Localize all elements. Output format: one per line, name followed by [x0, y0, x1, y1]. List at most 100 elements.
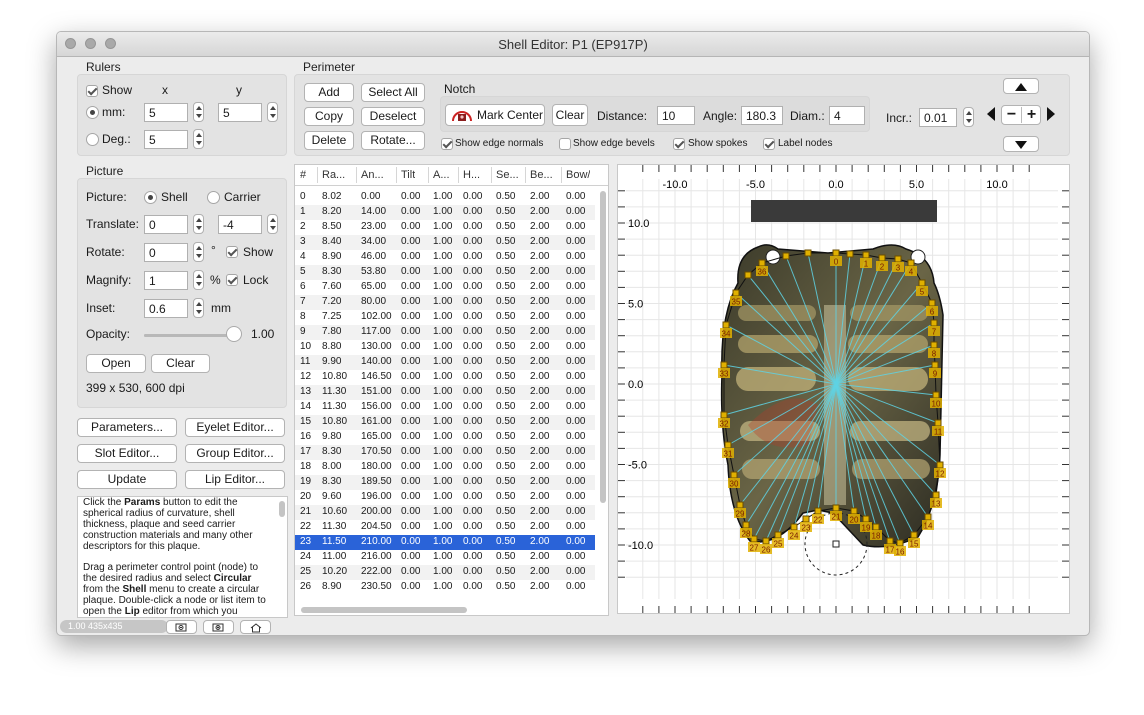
magnify-field[interactable]: 1: [144, 271, 188, 290]
shell-preview-svg[interactable]: -10.0 -5.0 0.0 5.0 10.0 10.0 5.0 0.0 -5.0 -10.0: [618, 165, 1069, 613]
table-row[interactable]: 15 10.80 161.00 0.00 1.00 0.00 0.50 2.00 0.00: [295, 415, 595, 430]
rulers-mm-x-field[interactable]: 5: [144, 103, 188, 122]
perimeter-node[interactable]: [894, 255, 902, 263]
perimeter-node[interactable]: [910, 531, 918, 539]
table-row[interactable]: 1 8.20 14.00 0.00 1.00 0.00 0.50 2.00 0.00: [295, 205, 595, 220]
plus-button[interactable]: +: [1022, 106, 1041, 124]
table-header-cell[interactable]: Ra...: [322, 169, 345, 181]
perimeter-node[interactable]: [930, 319, 938, 327]
rulers-deg-field[interactable]: 5: [144, 130, 188, 149]
copy-node-button[interactable]: Copy: [304, 107, 354, 126]
eyelet-editor-button[interactable]: Eyelet Editor...: [185, 418, 285, 437]
perimeter-node[interactable]: [931, 361, 939, 369]
group-editor-button[interactable]: Group Editor...: [185, 444, 285, 463]
perimeter-node[interactable]: [896, 539, 904, 547]
table-row[interactable]: 22 11.30 204.50 0.00 1.00 0.00 0.50 2.00 0.00: [295, 520, 595, 535]
perimeter-node[interactable]: [790, 523, 798, 531]
perimeter-node[interactable]: [742, 521, 750, 529]
lip-editor-button[interactable]: Lip Editor...: [185, 470, 285, 489]
rulers-mm-y-stepper[interactable]: [267, 102, 278, 122]
table-header-cell[interactable]: Se...: [496, 169, 519, 181]
perimeter-node[interactable]: [774, 531, 782, 539]
perimeter-node[interactable]: [886, 537, 894, 545]
table-header-cell[interactable]: #: [300, 169, 306, 181]
table-row[interactable]: 0 8.02 0.00 0.00 1.00 0.00 0.50 2.00 0.00: [295, 190, 595, 205]
translate-y-stepper[interactable]: [267, 214, 278, 234]
table-row[interactable]: 6 7.60 65.00 0.00 1.00 0.00 0.50 2.00 0.00: [295, 280, 595, 295]
nudge-left-button[interactable]: [985, 107, 995, 124]
deselect-button[interactable]: Deselect: [361, 107, 425, 126]
show-spokes-checkbox[interactable]: [673, 138, 685, 150]
clear-notch-button[interactable]: Clear: [552, 104, 588, 126]
perimeter-node[interactable]: [872, 523, 880, 531]
rulers-mm-radio[interactable]: [86, 106, 99, 119]
perimeter-node[interactable]: [814, 507, 822, 515]
table-header-cell[interactable]: An...: [361, 169, 384, 181]
perimeter-node[interactable]: [850, 507, 858, 515]
perimeter-node[interactable]: [832, 504, 840, 512]
table-row[interactable]: 24 11.00 216.00 0.00 1.00 0.00 0.50 2.00 0.00: [295, 550, 595, 565]
incr-stepper[interactable]: [963, 107, 974, 127]
perimeter-node[interactable]: [722, 321, 730, 329]
label-nodes-checkbox[interactable]: [763, 138, 775, 150]
clear-picture-button[interactable]: Clear: [151, 354, 210, 373]
notch-center-marker[interactable]: [832, 540, 840, 548]
shell-preview-canvas[interactable]: -10.0 -5.0 0.0 5.0 10.0 10.0 5.0 0.0 -5.0 -10.0: [617, 164, 1070, 614]
perimeter-node[interactable]: [762, 537, 770, 545]
perimeter-node[interactable]: [730, 471, 738, 479]
perimeter-node[interactable]: [720, 411, 728, 419]
inset-field[interactable]: 0.6: [144, 299, 188, 318]
rotate-nodes-button[interactable]: Rotate...: [361, 131, 425, 150]
angle-field[interactable]: 180.3: [741, 106, 783, 125]
minus-button[interactable]: −: [1002, 106, 1021, 124]
nudge-down-button[interactable]: [1003, 136, 1039, 152]
perimeter-node[interactable]: [862, 251, 870, 259]
table-row[interactable]: 10 8.80 130.00 0.00 1.00 0.00 0.50 2.00 0.00: [295, 340, 595, 355]
translate-x-field[interactable]: 0: [144, 215, 188, 234]
parameters-button[interactable]: Parameters...: [77, 418, 177, 437]
table-row[interactable]: 21 10.60 200.00 0.00 1.00 0.00 0.50 2.00 0.00: [295, 505, 595, 520]
perimeter-node[interactable]: [732, 289, 740, 297]
table-header-cell[interactable]: Be...: [530, 169, 553, 181]
incr-field[interactable]: 0.01: [919, 108, 957, 127]
perimeter-node[interactable]: [804, 249, 812, 257]
table-row[interactable]: 4 8.90 46.00 0.00 1.00 0.00 0.50 2.00 0.00: [295, 250, 595, 265]
zoom-in-button[interactable]: [203, 620, 234, 634]
table-row[interactable]: 13 11.30 151.00 0.00 1.00 0.00 0.50 2.00 0.00: [295, 385, 595, 400]
perimeter-node[interactable]: [932, 391, 940, 399]
zoom-out-button[interactable]: [166, 620, 197, 634]
perimeter-node[interactable]: [862, 515, 870, 523]
perimeter-node[interactable]: [928, 299, 936, 307]
opacity-slider-thumb[interactable]: [226, 326, 242, 342]
diam-field[interactable]: 4: [829, 106, 865, 125]
table-row[interactable]: 17 8.30 170.50 0.00 1.00 0.00 0.50 2.00 0.00: [295, 445, 595, 460]
table-header-cell[interactable]: Bow/: [566, 169, 590, 181]
perimeter-node[interactable]: [907, 259, 915, 267]
translate-x-stepper[interactable]: [193, 214, 204, 234]
select-all-button[interactable]: Select All: [361, 83, 425, 102]
add-node-button[interactable]: Add: [304, 83, 354, 102]
nudge-up-button[interactable]: [1003, 78, 1039, 94]
translate-y-field[interactable]: -4: [218, 215, 262, 234]
table-header-cell[interactable]: A...: [433, 169, 450, 181]
lock-checkbox[interactable]: [226, 274, 238, 286]
picture-carrier-radio[interactable]: [207, 191, 220, 204]
distance-field[interactable]: 10: [657, 106, 695, 125]
table-row[interactable]: 7 7.20 80.00 0.00 1.00 0.00 0.50 2.00 0.00: [295, 295, 595, 310]
table-row[interactable]: 16 9.80 165.00 0.00 1.00 0.00 0.50 2.00 0.00: [295, 430, 595, 445]
perimeter-node[interactable]: [930, 341, 938, 349]
help-text-box[interactable]: Click the Params button to edit the sphe…: [77, 496, 288, 618]
show-edge-bevels-checkbox[interactable]: [559, 138, 571, 150]
perimeter-node[interactable]: [736, 501, 744, 509]
node-table-horizontal-scrollbar[interactable]: [301, 607, 467, 613]
perimeter-node[interactable]: [744, 271, 752, 279]
rulers-deg-radio[interactable]: [86, 133, 99, 146]
perimeter-node[interactable]: [936, 461, 944, 469]
table-row[interactable]: 19 8.30 189.50 0.00 1.00 0.00 0.50 2.00 0.00: [295, 475, 595, 490]
inset-stepper[interactable]: [193, 298, 204, 318]
node-table-vertical-scrollbar[interactable]: [600, 191, 606, 503]
table-row[interactable]: 26 8.90 230.50 0.00 1.00 0.00 0.50 2.00 0.00: [295, 580, 595, 595]
home-view-button[interactable]: [240, 620, 271, 634]
update-button[interactable]: Update: [77, 470, 177, 489]
mark-center-button[interactable]: Mark Center: [445, 104, 545, 126]
